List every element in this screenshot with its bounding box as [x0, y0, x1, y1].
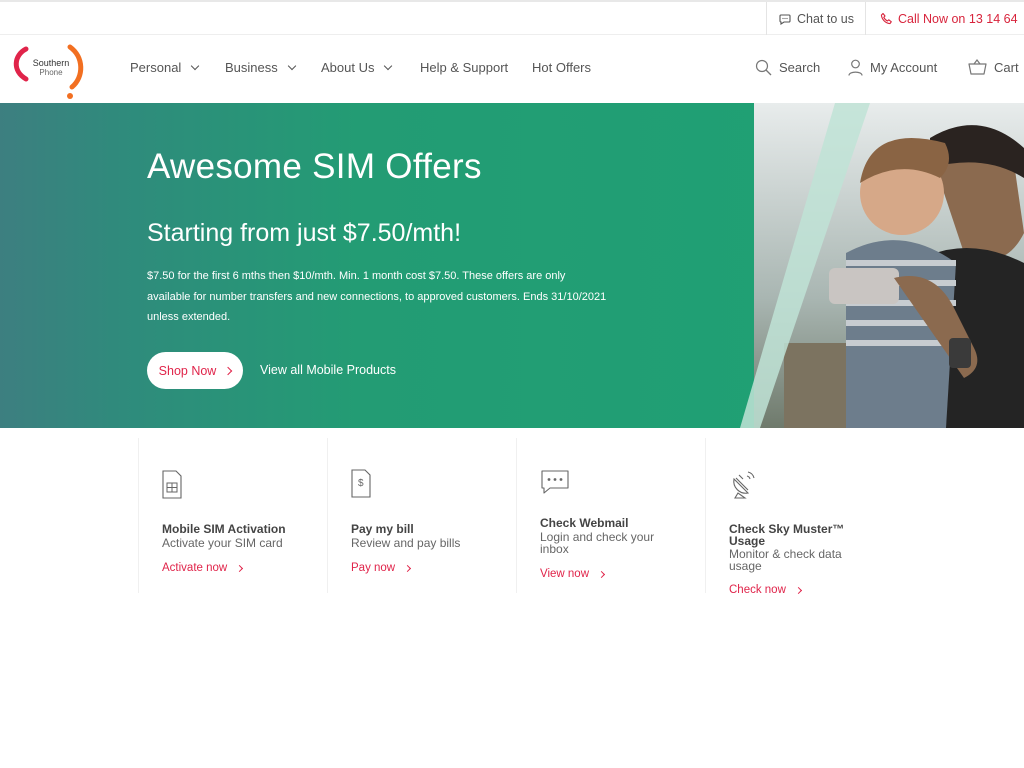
card-link-label: Activate now: [162, 562, 228, 574]
nav-about-label: About Us: [321, 60, 375, 75]
hero-terms: $7.50 for the first 6 mths then $10/mth.…: [147, 270, 607, 323]
logo-text: Southern Phone: [31, 58, 71, 78]
call-label: Call Now on 13 14 64: [898, 11, 1018, 26]
search-button[interactable]: Search: [755, 59, 820, 76]
chat-icon: [779, 13, 791, 25]
chat-bubble-icon: [541, 470, 569, 494]
chevron-right-icon: [404, 564, 412, 572]
nav-help-label: Help & Support: [420, 60, 509, 75]
southern-phone-logo[interactable]: Southern Phone: [12, 43, 88, 99]
card-title: Mobile SIM Activation: [162, 522, 286, 536]
search-icon: [755, 59, 772, 76]
nav-business[interactable]: Business: [225, 60, 296, 75]
chevron-right-icon: [597, 570, 606, 578]
user-icon: [848, 59, 863, 76]
chat-button[interactable]: Chat to us: [766, 2, 866, 35]
hero-subtitle: Starting from just $7.50/mth!: [147, 219, 462, 247]
logo-line1: Southern: [32, 58, 70, 68]
satellite-dish-icon: [733, 471, 755, 499]
main-nav: Southern Phone Personal Business About U…: [0, 35, 1024, 103]
my-account-label: My Account: [870, 60, 938, 75]
chevron-right-icon: [224, 366, 233, 375]
cart-button[interactable]: Cart: [968, 59, 1019, 75]
chevron-right-icon: [236, 564, 244, 572]
check-now-link[interactable]: Check now: [729, 584, 802, 596]
svg-text:$: $: [358, 478, 364, 489]
quick-links: Mobile SIM Activation Activate your SIM …: [0, 428, 1024, 598]
basket-icon: [968, 59, 987, 75]
card-description: Login and check your inbox: [540, 530, 655, 556]
logo-line2: Phone: [39, 68, 63, 77]
chevron-down-icon: [384, 61, 393, 70]
chevron-down-icon: [287, 61, 296, 70]
card-link-label: Check now: [729, 584, 786, 596]
shop-now-button[interactable]: Shop Now: [147, 352, 243, 389]
card-description: Activate your SIM card: [162, 536, 283, 550]
card-link-label: Pay now: [351, 562, 396, 574]
nav-business-label: Business: [225, 60, 278, 75]
my-account-button[interactable]: My Account: [848, 59, 937, 76]
quick-link-sky-muster[interactable]: Check Sky Muster™ Usage Monitor & check …: [705, 438, 894, 596]
utility-bar: Chat to us Call Now on 13 14 64: [0, 0, 1024, 35]
card-description: Monitor & check data usage: [729, 547, 842, 573]
nav-hot-offers[interactable]: Hot Offers: [532, 60, 591, 75]
search-label: Search: [779, 60, 821, 75]
hero-banner: Awesome SIM Offers Starting from just $7…: [0, 103, 1024, 428]
quick-link-pay-bill[interactable]: $ Pay my bill Review and pay bills Pay n…: [327, 438, 516, 593]
view-all-mobile-products-link[interactable]: View all Mobile Products: [260, 363, 396, 377]
card-link-label: View now: [540, 568, 590, 580]
nav-about-us[interactable]: About Us: [321, 60, 393, 75]
hero-title: Awesome SIM Offers: [147, 147, 482, 186]
chevron-right-icon: [794, 586, 802, 594]
pay-now-link[interactable]: Pay now: [351, 562, 412, 574]
bill-icon: $: [351, 469, 371, 498]
card-description: Review and pay bills: [351, 536, 461, 550]
call-now-link[interactable]: Call Now on 13 14 64: [880, 2, 1018, 35]
quick-link-webmail[interactable]: Check Webmail Login and check your inbox…: [516, 438, 705, 593]
nav-personal-label: Personal: [130, 60, 182, 75]
sim-card-icon: [162, 470, 182, 499]
hero-diagonal-stripe: [740, 103, 870, 428]
quick-link-sim-activation[interactable]: Mobile SIM Activation Activate your SIM …: [138, 438, 327, 593]
activate-now-link[interactable]: Activate now: [162, 562, 244, 574]
card-title: Check Webmail: [540, 516, 629, 530]
chat-label: Chat to us: [797, 11, 854, 26]
phone-icon: [880, 12, 892, 25]
card-title: Check Sky Muster™ Usage: [729, 522, 845, 548]
cart-label: Cart: [994, 59, 1019, 75]
card-title: Pay my bill: [351, 522, 414, 536]
nav-help-support[interactable]: Help & Support: [420, 60, 508, 75]
nav-personal[interactable]: Personal: [130, 60, 200, 75]
nav-hot-offers-label: Hot Offers: [532, 60, 592, 75]
view-now-link[interactable]: View now: [540, 568, 606, 580]
chevron-down-icon: [191, 61, 200, 70]
shop-now-label: Shop Now: [158, 363, 217, 378]
